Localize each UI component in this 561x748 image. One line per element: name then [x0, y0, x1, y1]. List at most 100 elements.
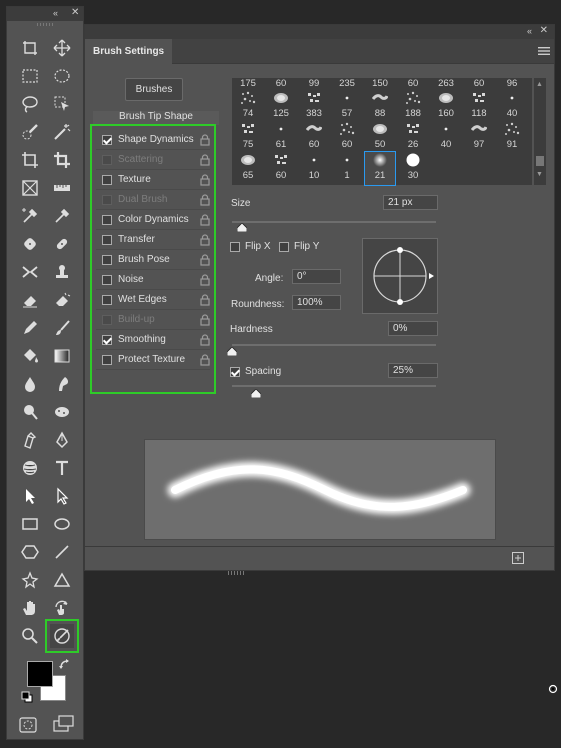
- lock-icon[interactable]: [200, 254, 210, 266]
- tool-button[interactable]: [18, 64, 42, 88]
- tool-button[interactable]: [18, 176, 42, 200]
- option-row[interactable]: Noise: [96, 270, 210, 290]
- tool-button[interactable]: [50, 316, 74, 340]
- tool-button[interactable]: [18, 316, 42, 340]
- close-panel-button[interactable]: ✕: [540, 25, 548, 36]
- lock-icon[interactable]: [200, 174, 210, 186]
- option-checkbox[interactable]: [102, 134, 112, 145]
- spacing-slider-thumb[interactable]: [251, 389, 262, 398]
- option-row[interactable]: Shape Dynamics: [96, 130, 210, 150]
- angle-roundness-widget[interactable]: [362, 238, 438, 314]
- panel-resize-grip[interactable]: [228, 571, 246, 575]
- hardness-slider-thumb[interactable]: [227, 347, 237, 356]
- tool-button[interactable]: [50, 512, 74, 536]
- tool-button[interactable]: [18, 288, 42, 312]
- option-row[interactable]: Dual Brush: [96, 190, 210, 210]
- tool-button[interactable]: [18, 148, 42, 172]
- brush-tip[interactable]: 60: [332, 121, 362, 154]
- collapse-panel-button[interactable]: «: [527, 26, 532, 36]
- brush-tip[interactable]: 60: [266, 152, 296, 185]
- brush-tip[interactable]: 383: [299, 90, 329, 123]
- option-row[interactable]: Scattering: [96, 150, 210, 170]
- tool-button[interactable]: [50, 260, 74, 284]
- option-row[interactable]: Protect Texture: [96, 350, 210, 370]
- brush-tip[interactable]: 61: [266, 121, 296, 154]
- tool-button[interactable]: [18, 120, 42, 144]
- tool-button[interactable]: [50, 428, 74, 452]
- lock-icon[interactable]: [200, 214, 210, 226]
- option-row[interactable]: Build-up: [96, 310, 210, 330]
- tool-button[interactable]: [18, 456, 42, 480]
- scroll-down-icon[interactable]: ▼: [536, 171, 543, 178]
- flip-y-box[interactable]: [279, 241, 289, 252]
- tool-button[interactable]: [18, 596, 42, 620]
- quick-mask-icon[interactable]: [19, 717, 37, 733]
- default-colors-icon[interactable]: [21, 691, 33, 703]
- spacing-checkbox[interactable]: Spacing: [230, 366, 281, 377]
- screen-mode-icon[interactable]: [53, 715, 75, 733]
- option-row[interactable]: Color Dynamics: [96, 210, 210, 230]
- lock-icon[interactable]: [200, 134, 210, 146]
- brush-tip[interactable]: 75: [233, 121, 263, 154]
- tool-button[interactable]: [50, 36, 74, 60]
- brush-tip[interactable]: 65: [233, 152, 263, 185]
- lock-icon[interactable]: [200, 194, 210, 206]
- swap-colors-icon[interactable]: [59, 659, 71, 671]
- option-checkbox[interactable]: [102, 254, 112, 265]
- lock-icon[interactable]: [200, 154, 210, 166]
- lock-icon[interactable]: [200, 274, 210, 286]
- collapse-toolbar-button[interactable]: «: [53, 8, 58, 18]
- roundness-field[interactable]: 100%: [292, 295, 341, 310]
- foreground-color-swatch[interactable]: [27, 661, 53, 687]
- angle-dial-icon[interactable]: [363, 239, 439, 315]
- tool-button[interactable]: [50, 372, 74, 396]
- flip-x-box[interactable]: [230, 241, 240, 252]
- tool-button[interactable]: [50, 288, 74, 312]
- tool-button[interactable]: [50, 148, 74, 172]
- brush-tip-shape-item[interactable]: Brush Tip Shape: [93, 111, 219, 125]
- spacing-field[interactable]: 25%: [388, 363, 438, 378]
- tool-button[interactable]: [18, 92, 42, 116]
- tool-button[interactable]: [50, 596, 74, 620]
- option-row[interactable]: Texture: [96, 170, 210, 190]
- tool-button[interactable]: [18, 372, 42, 396]
- option-checkbox[interactable]: [102, 154, 112, 165]
- brush-tip[interactable]: 97: [464, 121, 494, 154]
- option-checkbox[interactable]: [102, 174, 112, 185]
- tool-button[interactable]: [50, 568, 74, 592]
- panel-menu-icon[interactable]: [538, 46, 550, 56]
- tool-button[interactable]: [50, 484, 74, 508]
- tool-button[interactable]: [18, 540, 42, 564]
- size-slider-track[interactable]: [232, 221, 436, 223]
- tool-button[interactable]: [50, 204, 74, 228]
- option-row[interactable]: Transfer: [96, 230, 210, 250]
- brush-tip[interactable]: 125: [266, 90, 296, 123]
- tool-button[interactable]: [18, 512, 42, 536]
- brushes-button[interactable]: Brushes: [125, 78, 183, 101]
- brush-tip[interactable]: 30: [398, 152, 428, 185]
- brush-tip[interactable]: 188: [398, 90, 428, 123]
- panel-titlebar[interactable]: « ✕: [85, 25, 554, 39]
- option-checkbox[interactable]: [102, 314, 112, 325]
- scroll-thumb[interactable]: [536, 156, 544, 166]
- tool-button[interactable]: [18, 428, 42, 452]
- tool-button[interactable]: [50, 176, 74, 200]
- brush-tip[interactable]: 10: [299, 152, 329, 185]
- brush-tip[interactable]: 57: [332, 90, 362, 123]
- size-field[interactable]: 21 px: [383, 195, 438, 210]
- lock-icon[interactable]: [200, 354, 210, 366]
- brush-tip[interactable]: 118: [464, 90, 494, 123]
- spacing-box[interactable]: [230, 366, 240, 377]
- brush-tip[interactable]: 21: [364, 151, 396, 186]
- option-checkbox[interactable]: [102, 214, 112, 225]
- tool-button[interactable]: [18, 344, 42, 368]
- angle-field[interactable]: 0°: [292, 269, 341, 284]
- brush-tip[interactable]: 40: [497, 90, 527, 123]
- brush-tip[interactable]: 40: [431, 121, 461, 154]
- tool-button[interactable]: [18, 568, 42, 592]
- tool-button[interactable]: [50, 64, 74, 88]
- lock-icon[interactable]: [200, 234, 210, 246]
- option-checkbox[interactable]: [102, 294, 112, 305]
- brush-grid-scrollbar[interactable]: ▲ ▼: [534, 78, 546, 185]
- tab-brush-settings[interactable]: Brush Settings: [85, 39, 173, 64]
